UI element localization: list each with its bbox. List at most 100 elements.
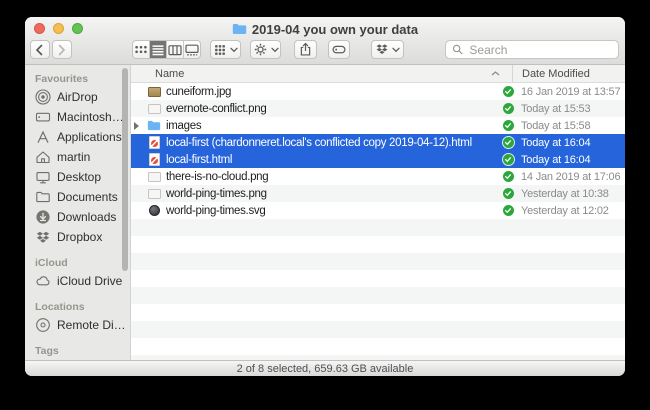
sidebar-item-applications[interactable]: Applications: [25, 127, 130, 147]
sidebar-item-label: Downloads: [57, 210, 116, 224]
window-title-text: 2019-04 you own your data: [252, 22, 418, 37]
file-row-local-first[interactable]: local-first.html Today at 16:04: [131, 151, 625, 168]
window-title: 2019-04 you own your data: [232, 19, 418, 37]
share-button[interactable]: [294, 40, 316, 59]
list-view-button[interactable]: [149, 41, 166, 58]
chevron-down-icon: [392, 47, 400, 53]
sync-status: [495, 103, 521, 114]
file-row-world-ping-times-png[interactable]: world-ping-times.png Yesterday at 10:38: [131, 185, 625, 202]
sidebar-item-downloads[interactable]: Downloads: [25, 207, 130, 227]
column-header-date-modified[interactable]: Date Modified: [513, 68, 625, 80]
search-field[interactable]: [445, 40, 619, 59]
sync-status: [495, 171, 521, 182]
dropbox-icon: [35, 230, 51, 245]
synced-check-icon: [503, 103, 514, 114]
folder-icon: [232, 23, 247, 35]
empty-row: [131, 270, 625, 287]
sync-status: [495, 205, 521, 216]
empty-row: [131, 287, 625, 304]
desktop-background: 2019-04 you own your data: [0, 0, 650, 410]
action-menu-button[interactable]: [250, 40, 281, 59]
file-name: world-ping-times.svg: [163, 205, 495, 217]
column-view-icon: [167, 43, 183, 57]
sidebar-item-tag-orange[interactable]: Orange: [25, 359, 130, 360]
minimize-button[interactable]: [53, 23, 64, 34]
desktop-icon: [35, 169, 51, 185]
chevron-right-icon: [55, 43, 68, 57]
file-row-images-folder[interactable]: images Today at 15:58: [131, 117, 625, 134]
file-row-local-first-conflicted[interactable]: local-first (chardonneret.local's confli…: [131, 134, 625, 151]
sidebar-item-airdrop[interactable]: AirDrop: [25, 87, 130, 107]
svg-file-icon: [145, 205, 163, 216]
sidebar-item-label: martin: [57, 150, 90, 164]
toolbar: [25, 38, 625, 64]
search-icon: [452, 43, 463, 56]
file-name: local-first.html: [163, 154, 495, 166]
file-date: 16 Jan 2019 at 13:57: [521, 86, 625, 98]
traffic-lights: [34, 23, 83, 34]
sidebar-item-home[interactable]: martin: [25, 147, 130, 167]
sidebar-item-desktop[interactable]: Desktop: [25, 167, 130, 187]
forward-button[interactable]: [52, 40, 72, 59]
chevron-down-icon: [230, 47, 238, 53]
close-button[interactable]: [34, 23, 45, 34]
empty-row: [131, 338, 625, 355]
column-view-button[interactable]: [166, 41, 183, 58]
view-mode-segmented-control: [132, 40, 201, 59]
group-by-button[interactable]: [210, 40, 241, 59]
file-row-world-ping-times-svg[interactable]: world-ping-times.svg Yesterday at 12:02: [131, 202, 625, 219]
file-row-there-is-no-cloud[interactable]: there-is-no-cloud.png 14 Jan 2019 at 17:…: [131, 168, 625, 185]
gallery-view-icon: [184, 43, 200, 57]
edit-tags-button[interactable]: [328, 40, 350, 59]
file-date: 14 Jan 2019 at 17:06: [521, 171, 625, 183]
chevron-left-icon: [33, 43, 46, 57]
sidebar-item-icloud-drive[interactable]: iCloud Drive: [25, 271, 130, 291]
column-header-name-label: Name: [155, 68, 184, 80]
gallery-view-button[interactable]: [183, 41, 200, 58]
disc-icon: [35, 317, 51, 333]
file-row-evernote-conflict[interactable]: evernote-conflict.png Today at 15:53: [131, 100, 625, 117]
chevron-down-icon: [271, 47, 279, 53]
file-rows: cuneiform.jpg 16 Jan 2019 at 13:57 evern…: [131, 83, 625, 360]
back-button[interactable]: [30, 40, 50, 59]
window-chrome: 2019-04 you own your data: [25, 17, 625, 65]
folder-icon: [145, 120, 163, 131]
sidebar-item-remote-disc[interactable]: Remote Di…: [25, 315, 130, 335]
sidebar-scrollbar[interactable]: [122, 68, 128, 271]
synced-check-icon: [503, 86, 514, 97]
dropbox-icon: [375, 43, 389, 56]
status-bar: 2 of 8 selected, 659.63 GB available: [25, 360, 625, 376]
sidebar-item-label: AirDrop: [57, 90, 98, 104]
disclosure-triangle-icon[interactable]: [131, 122, 145, 130]
icon-view-button[interactable]: [133, 41, 149, 58]
file-date: Today at 16:04: [521, 154, 625, 166]
search-input[interactable]: [467, 42, 612, 58]
file-date: Today at 16:04: [521, 137, 625, 149]
downloads-icon: [35, 209, 51, 225]
sidebar-section-favourites: Favourites AirDrop Macintosh… Applicatio…: [25, 70, 130, 247]
synced-check-icon: [503, 154, 514, 165]
sidebar-section-label: Favourites: [25, 70, 130, 87]
empty-row: [131, 236, 625, 253]
sidebar-item-documents[interactable]: Documents: [25, 187, 130, 207]
sort-ascending-icon: [491, 71, 500, 76]
documents-folder-icon: [35, 189, 51, 205]
sidebar-item-macintosh-hd[interactable]: Macintosh…: [25, 107, 130, 127]
sidebar-section-icloud: iCloud iCloud Drive: [25, 254, 130, 291]
file-row-cuneiform[interactable]: cuneiform.jpg 16 Jan 2019 at 13:57: [131, 83, 625, 100]
sidebar-section-locations: Locations Remote Di…: [25, 298, 130, 335]
share-icon: [298, 42, 313, 57]
window-body: Favourites AirDrop Macintosh… Applicatio…: [25, 65, 625, 360]
icon-view-icon: [133, 43, 149, 56]
file-name: cuneiform.jpg: [163, 86, 495, 98]
hard-drive-icon: [35, 109, 51, 125]
icloud-icon: [35, 273, 51, 289]
sidebar-item-dropbox[interactable]: Dropbox: [25, 227, 130, 247]
file-name: local-first (chardonneret.local's confli…: [163, 137, 495, 149]
sync-status: [495, 137, 521, 148]
column-header-name[interactable]: Name: [131, 68, 512, 80]
dropbox-menu-button[interactable]: [371, 40, 404, 59]
title-bar: 2019-04 you own your data: [25, 17, 625, 38]
synced-check-icon: [503, 188, 514, 199]
zoom-button[interactable]: [72, 23, 83, 34]
